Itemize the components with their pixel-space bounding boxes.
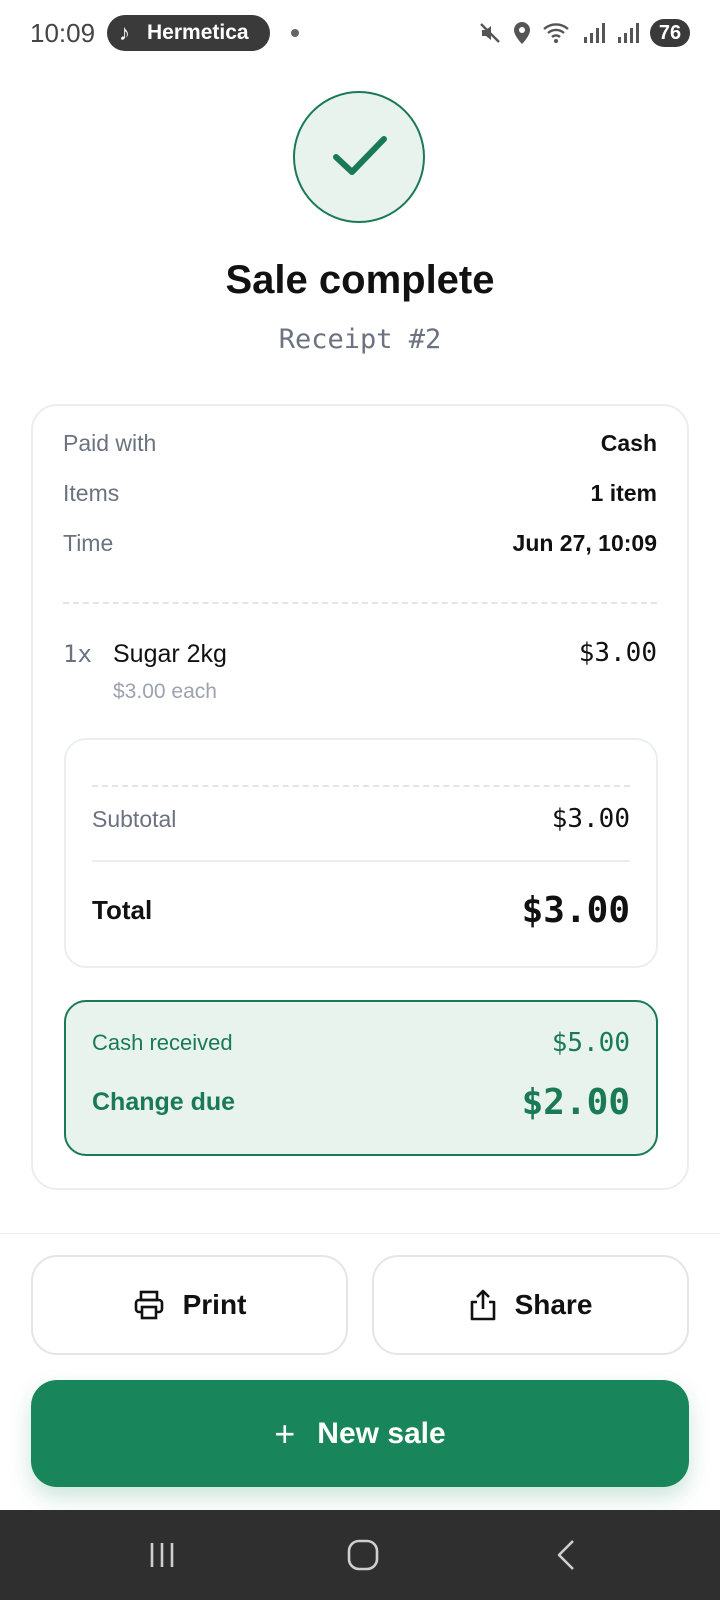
total-value: $3.00 (521, 890, 630, 931)
cash-received-label: Cash received (92, 1030, 233, 1055)
status-icons: 76 (478, 18, 690, 48)
new-sale-button[interactable]: + New sale (31, 1380, 689, 1487)
item-name: Sugar 2kg (113, 640, 227, 668)
time-label: Time (63, 530, 114, 556)
music-note-icon: ♪ (119, 20, 130, 45)
location-icon (514, 22, 530, 44)
media-app-name: Hermetica (147, 21, 249, 44)
receipt-card: Paid with Cash Items 1 item Time Jun 27,… (31, 404, 689, 1190)
divider (92, 785, 630, 787)
time-row: Time Jun 27, 10:09 (63, 530, 657, 557)
share-button[interactable]: Share (372, 1255, 689, 1355)
paid-with-label: Paid with (63, 430, 157, 456)
cash-received-value: $5.00 (551, 1028, 630, 1058)
print-label: Print (182, 1289, 247, 1320)
share-label: Share (514, 1289, 593, 1320)
media-pill[interactable]: ♪ Hermetica (107, 15, 270, 51)
home-button[interactable] (333, 1535, 393, 1575)
subtotal-row: Subtotal $3.00 (92, 804, 630, 834)
change-due-value: $2.00 (521, 1082, 630, 1123)
item-unit-price: $3.00 each (113, 680, 217, 703)
printer-icon (134, 1290, 163, 1320)
check-icon (333, 136, 387, 175)
recent-apps-icon (150, 1543, 174, 1567)
paid-with-value: Cash (600, 430, 657, 456)
items-row: Items 1 item (63, 480, 657, 507)
new-sale-label: New sale (317, 1416, 446, 1450)
signal-icon (584, 23, 605, 43)
receipt-number: Receipt #2 (278, 324, 442, 355)
back-icon (557, 1540, 574, 1570)
recent-apps-button[interactable] (132, 1535, 192, 1575)
page-title: Sale complete (225, 258, 495, 302)
item-quantity: 1x (63, 640, 92, 668)
cash-received-row: Cash received $5.00 (92, 1028, 630, 1058)
notification-dot-icon (291, 29, 299, 37)
print-button[interactable]: Print (31, 1255, 348, 1355)
status-time: 10:09 (30, 18, 96, 48)
back-button[interactable] (536, 1535, 596, 1575)
item-price: $3.00 (578, 638, 657, 668)
subtotal-value: $3.00 (551, 804, 630, 834)
wifi-icon (543, 23, 569, 43)
change-due-row: Change due $2.00 (92, 1082, 630, 1123)
divider (92, 860, 630, 862)
time-value: Jun 27, 10:09 (512, 530, 657, 556)
divider (63, 602, 657, 604)
divider (0, 1233, 720, 1234)
change-due-label: Change due (92, 1088, 236, 1116)
items-value: 1 item (590, 480, 657, 506)
system-nav-bar (0, 1510, 720, 1600)
muted-icon (480, 23, 500, 43)
battery-indicator: 76 (650, 19, 690, 47)
success-badge (293, 91, 425, 223)
status-bar: 10:09 ♪ Hermetica 76 (0, 0, 720, 66)
subtotal-label: Subtotal (92, 805, 177, 832)
paid-with-row: Paid with Cash (63, 430, 657, 457)
signal-icon (618, 23, 639, 43)
plus-icon: + (274, 1412, 296, 1454)
totals-box: Subtotal $3.00 Total $3.00 (64, 738, 658, 968)
total-row: Total $3.00 (92, 890, 630, 931)
total-label: Total (92, 895, 153, 925)
items-label: Items (63, 480, 120, 506)
share-icon (470, 1289, 495, 1321)
home-icon (347, 1539, 379, 1571)
cash-box: Cash received $5.00 Change due $2.00 (64, 1000, 658, 1156)
